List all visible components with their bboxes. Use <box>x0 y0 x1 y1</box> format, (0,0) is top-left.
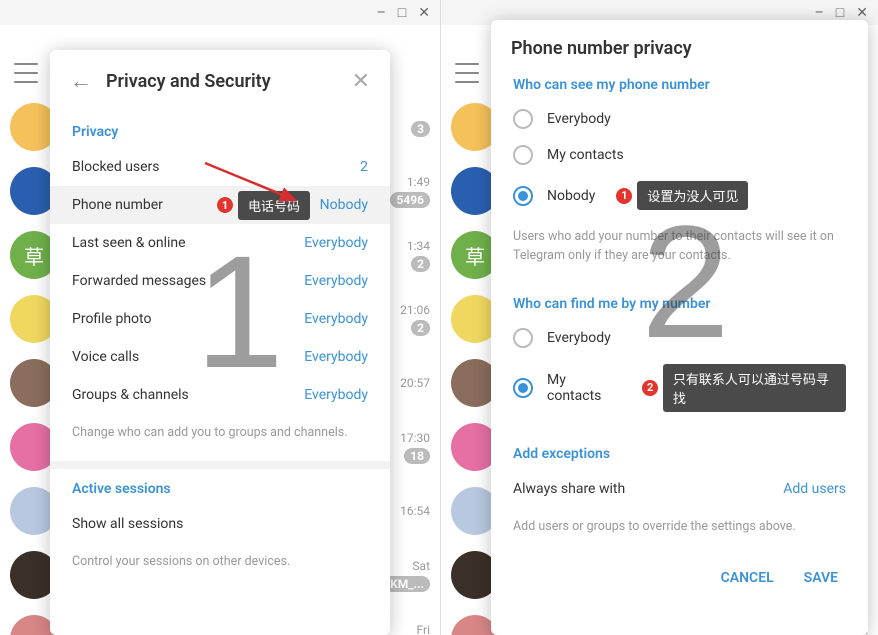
phone-number-row[interactable]: Phone number 1 电话号码 Nobody <box>50 186 390 224</box>
row-label: Last seen & online <box>72 235 186 251</box>
row-value: 2 <box>360 159 368 175</box>
always-share-row[interactable]: Always share with Add users <box>491 470 868 508</box>
close-icon[interactable]: ✕ <box>352 69 370 94</box>
save-button[interactable]: SAVE <box>804 570 838 586</box>
annotation-marker-1: 1 <box>615 187 633 205</box>
unread-badge: 2 <box>411 256 430 272</box>
annotation-tooltip-contacts: 只有联系人可以通过号码寻找 <box>663 364 846 412</box>
radio-everybody-see[interactable]: Everybody <box>491 101 868 137</box>
unread-badge: 18 <box>404 448 430 464</box>
voice-calls-row[interactable]: Voice calls Everybody <box>50 338 390 376</box>
modal-title: Privacy and Security <box>106 71 338 92</box>
row-label: Show all sessions <box>72 516 183 532</box>
radio-label: Everybody <box>547 111 611 127</box>
annotation-tooltip-nobody: 设置为没人可见 <box>637 181 748 210</box>
profile-photo-row[interactable]: Profile photo Everybody <box>50 300 390 338</box>
radio-icon <box>513 186 533 206</box>
exceptions-hint: Add users or groups to override the sett… <box>491 508 868 555</box>
modal-header: ← Privacy and Security ✕ <box>50 50 390 112</box>
sessions-section-heading: Active sessions <box>50 469 390 505</box>
minimize-button[interactable]: – <box>377 5 386 21</box>
add-exceptions-heading: Add exceptions <box>491 434 868 470</box>
who-can-see-hint: Users who add your number to their conta… <box>491 218 868 284</box>
row-value: Everybody <box>304 387 368 403</box>
row-label: Forwarded messages <box>72 273 206 289</box>
radio-label: Everybody <box>547 330 611 346</box>
radio-nobody-see[interactable]: Nobody 1 设置为没人可见 <box>491 173 868 218</box>
menu-icon[interactable] <box>455 63 479 83</box>
back-arrow-icon[interactable]: ← <box>70 68 92 94</box>
minimize-button[interactable]: – <box>815 5 824 21</box>
annotation-marker-2: 2 <box>641 379 658 397</box>
close-button[interactable]: ✕ <box>418 5 430 21</box>
annotation-tooltip-phone: 电话号码 <box>238 191 310 220</box>
unread-badge: KM_... <box>384 576 430 592</box>
row-value: Everybody <box>304 273 368 289</box>
sessions-hint-text: Control your sessions on other devices. <box>50 543 390 590</box>
cancel-button[interactable]: CANCEL <box>721 570 774 586</box>
groups-channels-row[interactable]: Groups & channels Everybody <box>50 376 390 414</box>
radio-icon <box>513 378 533 398</box>
section-divider <box>50 461 390 469</box>
row-value: Nobody <box>320 197 368 213</box>
radio-icon <box>513 145 533 165</box>
show-all-sessions-row[interactable]: Show all sessions <box>50 505 390 543</box>
radio-contacts-find[interactable]: My contacts 2 只有联系人可以通过号码寻找 <box>491 356 868 420</box>
row-value: Everybody <box>304 349 368 365</box>
add-users-link[interactable]: Add users <box>783 481 846 497</box>
titlebar: – □ ✕ <box>0 0 440 25</box>
maximize-button[interactable]: □ <box>836 4 844 21</box>
radio-icon <box>513 109 533 129</box>
who-can-find-heading: Who can find me by my number <box>491 284 868 320</box>
row-label: Phone number <box>72 197 163 213</box>
radio-label: Nobody <box>547 188 595 204</box>
phone-number-privacy-modal: Phone number privacy Who can see my phon… <box>491 20 868 635</box>
blocked-users-row[interactable]: Blocked users 2 <box>50 148 390 186</box>
row-value: Everybody <box>304 311 368 327</box>
privacy-security-modal: ← Privacy and Security ✕ Privacy Blocked… <box>50 50 390 635</box>
radio-icon <box>513 328 533 348</box>
left-window: – □ ✕ 31:495496草1:34221:06220:5717:30181… <box>0 0 441 635</box>
unread-badge: 5496 <box>390 192 430 208</box>
row-value: Everybody <box>304 235 368 251</box>
radio-label: My contacts <box>547 372 621 404</box>
row-label: Profile photo <box>72 311 151 327</box>
row-label: Groups & channels <box>72 387 189 403</box>
unread-badge: 2 <box>411 320 430 336</box>
who-can-see-heading: Who can see my phone number <box>491 65 868 101</box>
unread-badge: 3 <box>411 121 430 137</box>
radio-contacts-see[interactable]: My contacts <box>491 137 868 173</box>
radio-label: My contacts <box>547 147 624 163</box>
forwarded-messages-row[interactable]: Forwarded messages Everybody <box>50 262 390 300</box>
maximize-button[interactable]: □ <box>398 4 406 21</box>
last-seen-row[interactable]: Last seen & online Everybody <box>50 224 390 262</box>
row-label: Always share with <box>513 481 625 497</box>
groups-hint-text: Change who can add you to groups and cha… <box>50 414 390 461</box>
modal-title: Phone number privacy <box>511 38 848 59</box>
privacy-section-heading: Privacy <box>50 112 390 148</box>
menu-icon[interactable] <box>14 63 38 83</box>
radio-everybody-find[interactable]: Everybody <box>491 320 868 356</box>
modal-actions: CANCEL SAVE <box>491 554 868 602</box>
row-label: Voice calls <box>72 349 139 365</box>
right-window: – □ ✕ 31:495496草1:34221:06220:5717:30181… <box>441 0 878 635</box>
close-button[interactable]: ✕ <box>856 5 868 21</box>
row-label: Blocked users <box>72 159 160 175</box>
annotation-marker-1: 1 <box>216 196 234 214</box>
modal-header: Phone number privacy <box>491 20 868 65</box>
